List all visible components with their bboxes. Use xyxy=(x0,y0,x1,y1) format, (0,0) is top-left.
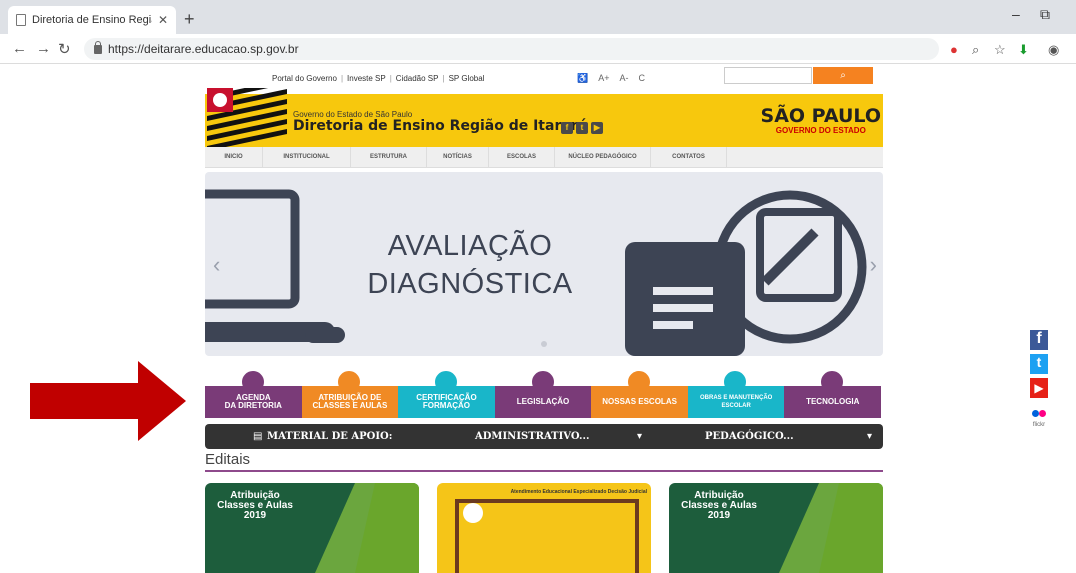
web-page: Portal do Governo | Investe SP | Cidadão S… xyxy=(0,64,1076,573)
twitter-icon[interactable]: t xyxy=(1030,354,1048,374)
quick-links: AGENDA DA DIRETORIA ATRIBUIÇÃO DE CLASSES … xyxy=(205,386,882,418)
accessibility-tools: ♿ A+ A- C xyxy=(577,73,645,84)
menu-item-contatos[interactable]: CONTATOS xyxy=(651,147,727,168)
menu-item-estrutura[interactable]: ESTRUTURA xyxy=(351,147,427,168)
menu-item-escolas[interactable]: ESCOLAS xyxy=(489,147,555,168)
quick-link-legislacao[interactable]: LEGISLAÇÃO xyxy=(494,386,592,418)
edital-card[interactable]: Atendimento Educacional Especializado De… xyxy=(437,483,651,573)
tab-title: Diretoria de Ensino Região de Itar xyxy=(32,14,152,26)
download-icon[interactable]: ⬇ xyxy=(1018,42,1029,58)
dropdown-arrow-icon[interactable]: ▾ xyxy=(637,431,642,442)
menu-item-noticias[interactable]: NOTÍCIAS xyxy=(427,147,489,168)
page-icon xyxy=(16,14,26,26)
hero-slider[interactable]: AVALIAÇÃO DIAGNÓSTICA ‹ › xyxy=(205,172,883,356)
quick-link-escolas[interactable]: NOSSAS ESCOLAS xyxy=(591,386,688,418)
font-decrease[interactable]: A- xyxy=(619,73,628,84)
slide-title-line1: AVALIAÇÃO xyxy=(387,230,553,262)
top-link[interactable]: Portal do Governo xyxy=(272,74,337,83)
bookmark-star-icon[interactable]: ☆ xyxy=(994,42,1006,58)
close-tab-icon[interactable]: ✕ xyxy=(158,13,168,27)
editais-heading: Editais xyxy=(205,451,883,472)
site-search-input[interactable] xyxy=(724,67,812,84)
edital-card[interactable]: Atribuição Classes e Aulas 2019 xyxy=(205,483,419,573)
new-tab-button[interactable]: + xyxy=(184,9,195,30)
pedagogico-dropdown[interactable]: PEDAGÓGICO... xyxy=(705,431,794,442)
facebook-icon[interactable]: f xyxy=(1030,330,1048,350)
site-banner: Governo do Estado de São Paulo Diretoria… xyxy=(205,88,883,148)
flickr-icon[interactable]: flickr xyxy=(1030,404,1048,428)
quick-link-certificacao[interactable]: CERTIFICAÇÃO FORMAÇÃO xyxy=(398,386,495,418)
quick-link-atribuicao[interactable]: ATRIBUIÇÃO DE CLASSES E AULAS xyxy=(301,386,399,418)
lock-icon xyxy=(94,40,102,54)
youtube-icon[interactable]: ▶ xyxy=(1030,378,1048,398)
browser-toolbar: ← → ↻ https://deitarare.educacao.sp.gov.… xyxy=(0,34,1076,64)
slider-prev-arrow[interactable]: ‹ xyxy=(213,252,220,278)
facebook-icon[interactable]: f xyxy=(561,122,573,134)
zoom-icon[interactable]: ⌕ xyxy=(972,42,979,58)
extension-icon[interactable]: ● xyxy=(950,42,958,57)
menu-item-institucional[interactable]: INSTITUCIONAL xyxy=(263,147,351,168)
sao-paulo-logo[interactable]: SÃO PAULO GOVERNO DO ESTADO xyxy=(761,106,881,135)
quick-link-tecnologia[interactable]: TECNOLOGIA xyxy=(784,386,882,418)
address-bar[interactable]: https://deitarare.educacao.sp.gov.br xyxy=(84,38,939,60)
red-arrow-icon xyxy=(30,361,186,441)
quick-link-obras[interactable]: OBRAS E MANUTENÇÃO ESCOLAR xyxy=(687,386,785,418)
twitter-icon[interactable]: t xyxy=(576,122,588,134)
menu-item-inicio[interactable]: INICIO xyxy=(205,147,263,168)
state-flag-logo[interactable] xyxy=(207,88,287,148)
menu-item-nucleo[interactable]: NÚCLEO PEDAGÓGICO xyxy=(555,147,651,168)
slide-illustration xyxy=(205,189,867,356)
quick-link-agenda[interactable]: AGENDA DA DIRETORIA xyxy=(205,386,302,418)
youtube-icon[interactable]: ▶ xyxy=(591,122,603,134)
url-text: https://deitarare.educacao.sp.gov.br xyxy=(108,42,299,56)
top-link[interactable]: Cidadão SP xyxy=(396,74,439,83)
admin-dropdown[interactable]: ADMINISTRATIVO... xyxy=(475,431,589,442)
restore-button[interactable]: ⧉ xyxy=(1040,6,1050,23)
document-icon: ▤ xyxy=(253,431,263,442)
material-label: MATERIAL DE APOIO: xyxy=(267,431,393,442)
site-search-button[interactable]: ⌕ xyxy=(813,67,873,84)
profile-icon[interactable]: ◉ xyxy=(1048,42,1059,58)
site-title: Diretoria de Ensino Região de Itararé xyxy=(293,118,588,134)
browser-tab[interactable]: Diretoria de Ensino Região de Itar ✕ xyxy=(8,6,176,34)
slide-title-line2: DIAGNÓSTICA xyxy=(367,268,573,300)
reload-button[interactable]: ↻ xyxy=(58,40,71,58)
contrast-toggle[interactable]: C xyxy=(638,73,645,84)
accessibility-icon[interactable]: ♿ xyxy=(577,73,588,84)
dropdown-arrow-icon[interactable]: ▾ xyxy=(867,431,872,442)
edital-card[interactable]: Atribuição Classes e Aulas 2019 xyxy=(669,483,883,573)
font-increase[interactable]: A+ xyxy=(598,73,609,84)
browser-tabbar: Diretoria de Ensino Região de Itar ✕ + –… xyxy=(0,0,1076,34)
slider-next-arrow[interactable]: › xyxy=(870,252,877,278)
top-links: Portal do Governo | Investe SP | Cidadão S… xyxy=(272,74,485,83)
back-button[interactable]: ← xyxy=(12,40,27,57)
material-bar: ▤ MATERIAL DE APOIO: ADMINISTRATIVO... ▾… xyxy=(205,424,883,449)
minimize-button[interactable]: – xyxy=(1012,6,1020,22)
top-link[interactable]: SP Global xyxy=(449,74,485,83)
top-link[interactable]: Investe SP xyxy=(347,74,386,83)
main-menu: INICIO INSTITUCIONAL ESTRUTURA NOTÍCIAS … xyxy=(205,147,883,168)
forward-button[interactable]: → xyxy=(36,40,51,57)
